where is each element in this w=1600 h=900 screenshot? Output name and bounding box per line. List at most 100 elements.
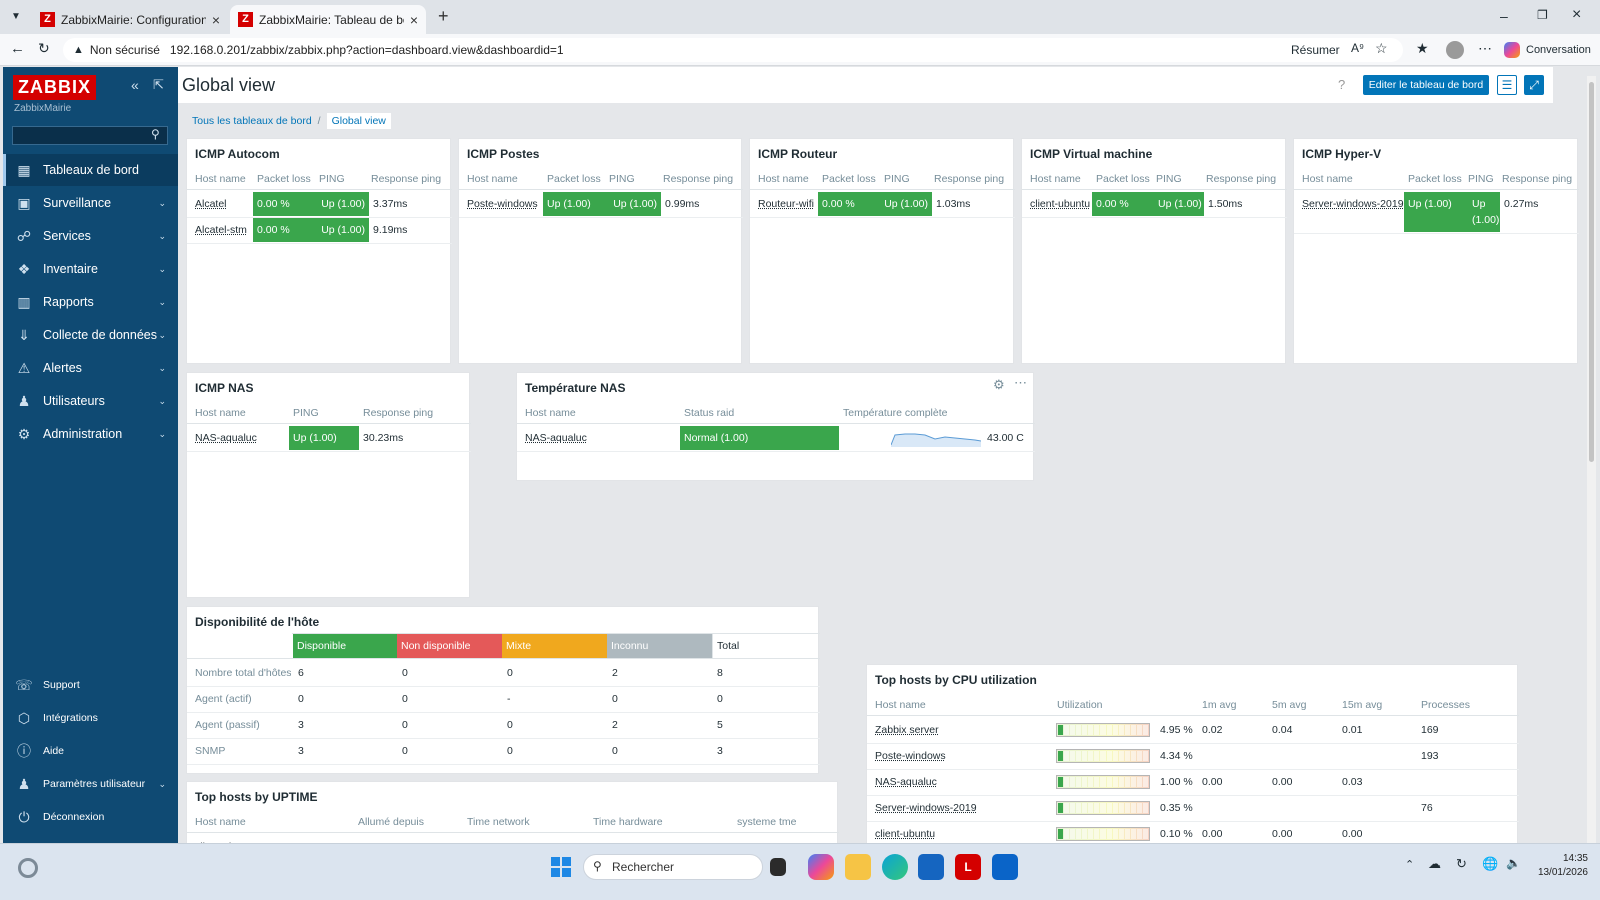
network-icon[interactable]: ☁ xyxy=(1428,856,1441,872)
kiosk-mode-icon[interactable]: ⤢ xyxy=(1524,75,1544,95)
row-divider xyxy=(517,451,1035,452)
outlook-icon[interactable] xyxy=(992,854,1018,880)
menu-support[interactable]: ☏ Support xyxy=(3,671,178,699)
status-total-header: Total xyxy=(712,634,819,658)
scrollbar-thumb[interactable] xyxy=(1589,82,1594,462)
store-icon[interactable] xyxy=(918,854,944,880)
response-cell: 0.99ms xyxy=(665,198,700,210)
host-link[interactable]: Routeur-wifi xyxy=(754,192,818,216)
menu-alerts[interactable]: ⚠ Alertes ⌄ xyxy=(3,352,178,384)
menu-integrations[interactable]: ⬡ Intégrations xyxy=(3,704,178,732)
copilot-button[interactable]: Conversation xyxy=(1504,39,1591,61)
tab-list-button[interactable]: ▼ xyxy=(6,8,26,26)
host-link[interactable]: Alcatel-stm xyxy=(191,218,253,242)
host-link[interactable]: NAS-aqualuc xyxy=(871,770,1041,794)
menu-help[interactable]: ⓘ Aide xyxy=(3,737,178,765)
menu-dashboards[interactable]: ▦ Tableaux de bord xyxy=(3,154,178,186)
breadcrumb-current[interactable]: Global view xyxy=(326,113,391,129)
column-header: Packet loss xyxy=(547,173,601,185)
new-tab-icon[interactable]: + xyxy=(438,6,449,27)
reports-icon: ▥ xyxy=(17,293,31,310)
status-mixed-header: Mixte xyxy=(502,634,607,658)
favorite-icon[interactable]: ☆ xyxy=(1375,40,1388,57)
globe-icon[interactable]: 🌐 xyxy=(1482,856,1498,872)
menu-data-collection[interactable]: ⇓ Collecte de données ⌄ xyxy=(3,319,178,351)
widget-settings-icon[interactable]: ⚙ xyxy=(993,377,1005,393)
taskbar-clock[interactable]: 14:35 13/01/2026 xyxy=(1538,852,1588,880)
collapse-sidebar-icon[interactable]: « xyxy=(131,77,139,93)
help-icon[interactable]: ? xyxy=(1338,77,1345,92)
copilot-taskbar-icon[interactable] xyxy=(808,854,834,880)
header-divider xyxy=(867,715,1519,716)
edit-dashboard-button[interactable]: Editer le tableau de bord xyxy=(1363,75,1489,95)
status-unavailable-header: Non disponible xyxy=(397,634,502,658)
chevron-down-icon: ⌄ xyxy=(158,362,166,373)
file-explorer-icon[interactable] xyxy=(845,854,871,880)
edge-icon[interactable] xyxy=(882,854,908,880)
menu-administration[interactable]: ⚙ Administration ⌄ xyxy=(3,418,178,450)
profile-avatar[interactable] xyxy=(1446,41,1464,59)
menu-inventory[interactable]: ❖ Inventaire ⌄ xyxy=(3,253,178,285)
close-tab-icon[interactable]: × xyxy=(212,12,220,28)
menu-services[interactable]: ☍ Services ⌄ xyxy=(3,220,178,252)
url-field[interactable]: ▲ Non sécurisé 192.168.0.201/zabbix/zabb… xyxy=(63,38,1403,62)
widgets-icon[interactable] xyxy=(18,858,38,878)
host-link[interactable]: Alcatel xyxy=(191,192,253,216)
column-header: Packet loss xyxy=(822,173,876,185)
search-icon[interactable]: ⚲ xyxy=(151,127,160,141)
host-link[interactable]: NAS-aqualuc xyxy=(191,426,287,450)
zabbix-logo[interactable]: ZABBIX xyxy=(13,75,96,100)
menu-user-settings[interactable]: ♟ Paramètres utilisateur ⌄ xyxy=(3,770,178,798)
close-tab-icon[interactable]: × xyxy=(410,12,418,28)
tray-chevron-icon[interactable]: ⌃ xyxy=(1405,858,1414,871)
app-l-icon[interactable]: L xyxy=(955,854,981,880)
column-header: Processes xyxy=(1421,699,1471,711)
start-icon[interactable] xyxy=(551,857,571,877)
kiosk-sidebar-icon[interactable]: ⇱ xyxy=(153,77,164,93)
read-aloud-icon[interactable]: A⁹ xyxy=(1351,41,1364,55)
volume-icon[interactable]: 🔈 xyxy=(1506,856,1521,870)
host-link[interactable]: client-ubuntu xyxy=(1026,192,1092,216)
bar-segment xyxy=(1088,803,1094,813)
processes-cell xyxy=(1417,770,1477,794)
browser-tab-dashboard[interactable]: Z ZabbixMairie: Tableau de bord × xyxy=(230,5,426,34)
host-link[interactable]: Zabbix server xyxy=(871,718,1041,742)
resume-label[interactable]: Résumer xyxy=(1291,43,1340,57)
host-link[interactable]: Poste-windows xyxy=(871,744,1041,768)
host-link[interactable]: Poste-windows xyxy=(463,192,543,216)
column-header: Host name xyxy=(758,173,809,185)
task-view-icon[interactable] xyxy=(770,858,786,876)
dashboard-menu-icon[interactable]: ☰ xyxy=(1497,75,1517,95)
back-icon[interactable]: ← xyxy=(10,40,25,57)
breadcrumb-all-dashboards[interactable]: Tous les tableaux de bord xyxy=(192,115,312,127)
response-cell: 1.03ms xyxy=(936,198,971,210)
cpu-utilization-bar xyxy=(1056,801,1150,815)
host-link[interactable]: Server-windows-2019 xyxy=(1298,192,1404,216)
menu-logout[interactable]: ⏻ Déconnexion xyxy=(3,803,178,831)
menu-monitoring[interactable]: ▣ Surveillance ⌄ xyxy=(3,187,178,219)
minimize-icon[interactable]: – xyxy=(1500,8,1508,24)
close-window-icon[interactable]: × xyxy=(1572,6,1581,24)
bar-segment xyxy=(1112,751,1118,761)
restore-icon[interactable]: ❐ xyxy=(1537,8,1548,22)
alerts-icon: ⚠ xyxy=(17,359,31,376)
favorites-icon[interactable]: ★ xyxy=(1416,40,1429,57)
widget-menu-icon[interactable]: ⋯ xyxy=(1014,375,1027,391)
host-link[interactable]: Server-windows-2019 xyxy=(871,796,1041,820)
widget-title: ICMP Postes xyxy=(467,147,540,161)
host-link[interactable]: NAS-aqualuc xyxy=(521,426,671,450)
widget-title: Température NAS xyxy=(525,381,626,395)
ping-cell: Up (1.00) xyxy=(1468,192,1500,232)
browser-tab-config[interactable]: Z ZabbixMairie: Configuration des m × xyxy=(32,5,228,34)
bar-segment xyxy=(1100,751,1106,761)
reload-icon[interactable]: ↻ xyxy=(38,40,50,57)
search-icon: ⚲ xyxy=(593,859,602,873)
more-menu-icon[interactable]: ⋯ xyxy=(1478,40,1492,57)
page-scrollbar[interactable] xyxy=(1587,76,1596,856)
sidebar-search-input[interactable] xyxy=(12,126,168,145)
menu-reports[interactable]: ▥ Rapports ⌄ xyxy=(3,286,178,318)
sync-icon[interactable]: ↻ xyxy=(1456,856,1467,872)
header-divider xyxy=(1294,189,1579,190)
taskbar-search[interactable]: ⚲ Rechercher xyxy=(583,854,763,880)
menu-users[interactable]: ♟ Utilisateurs ⌄ xyxy=(3,385,178,417)
